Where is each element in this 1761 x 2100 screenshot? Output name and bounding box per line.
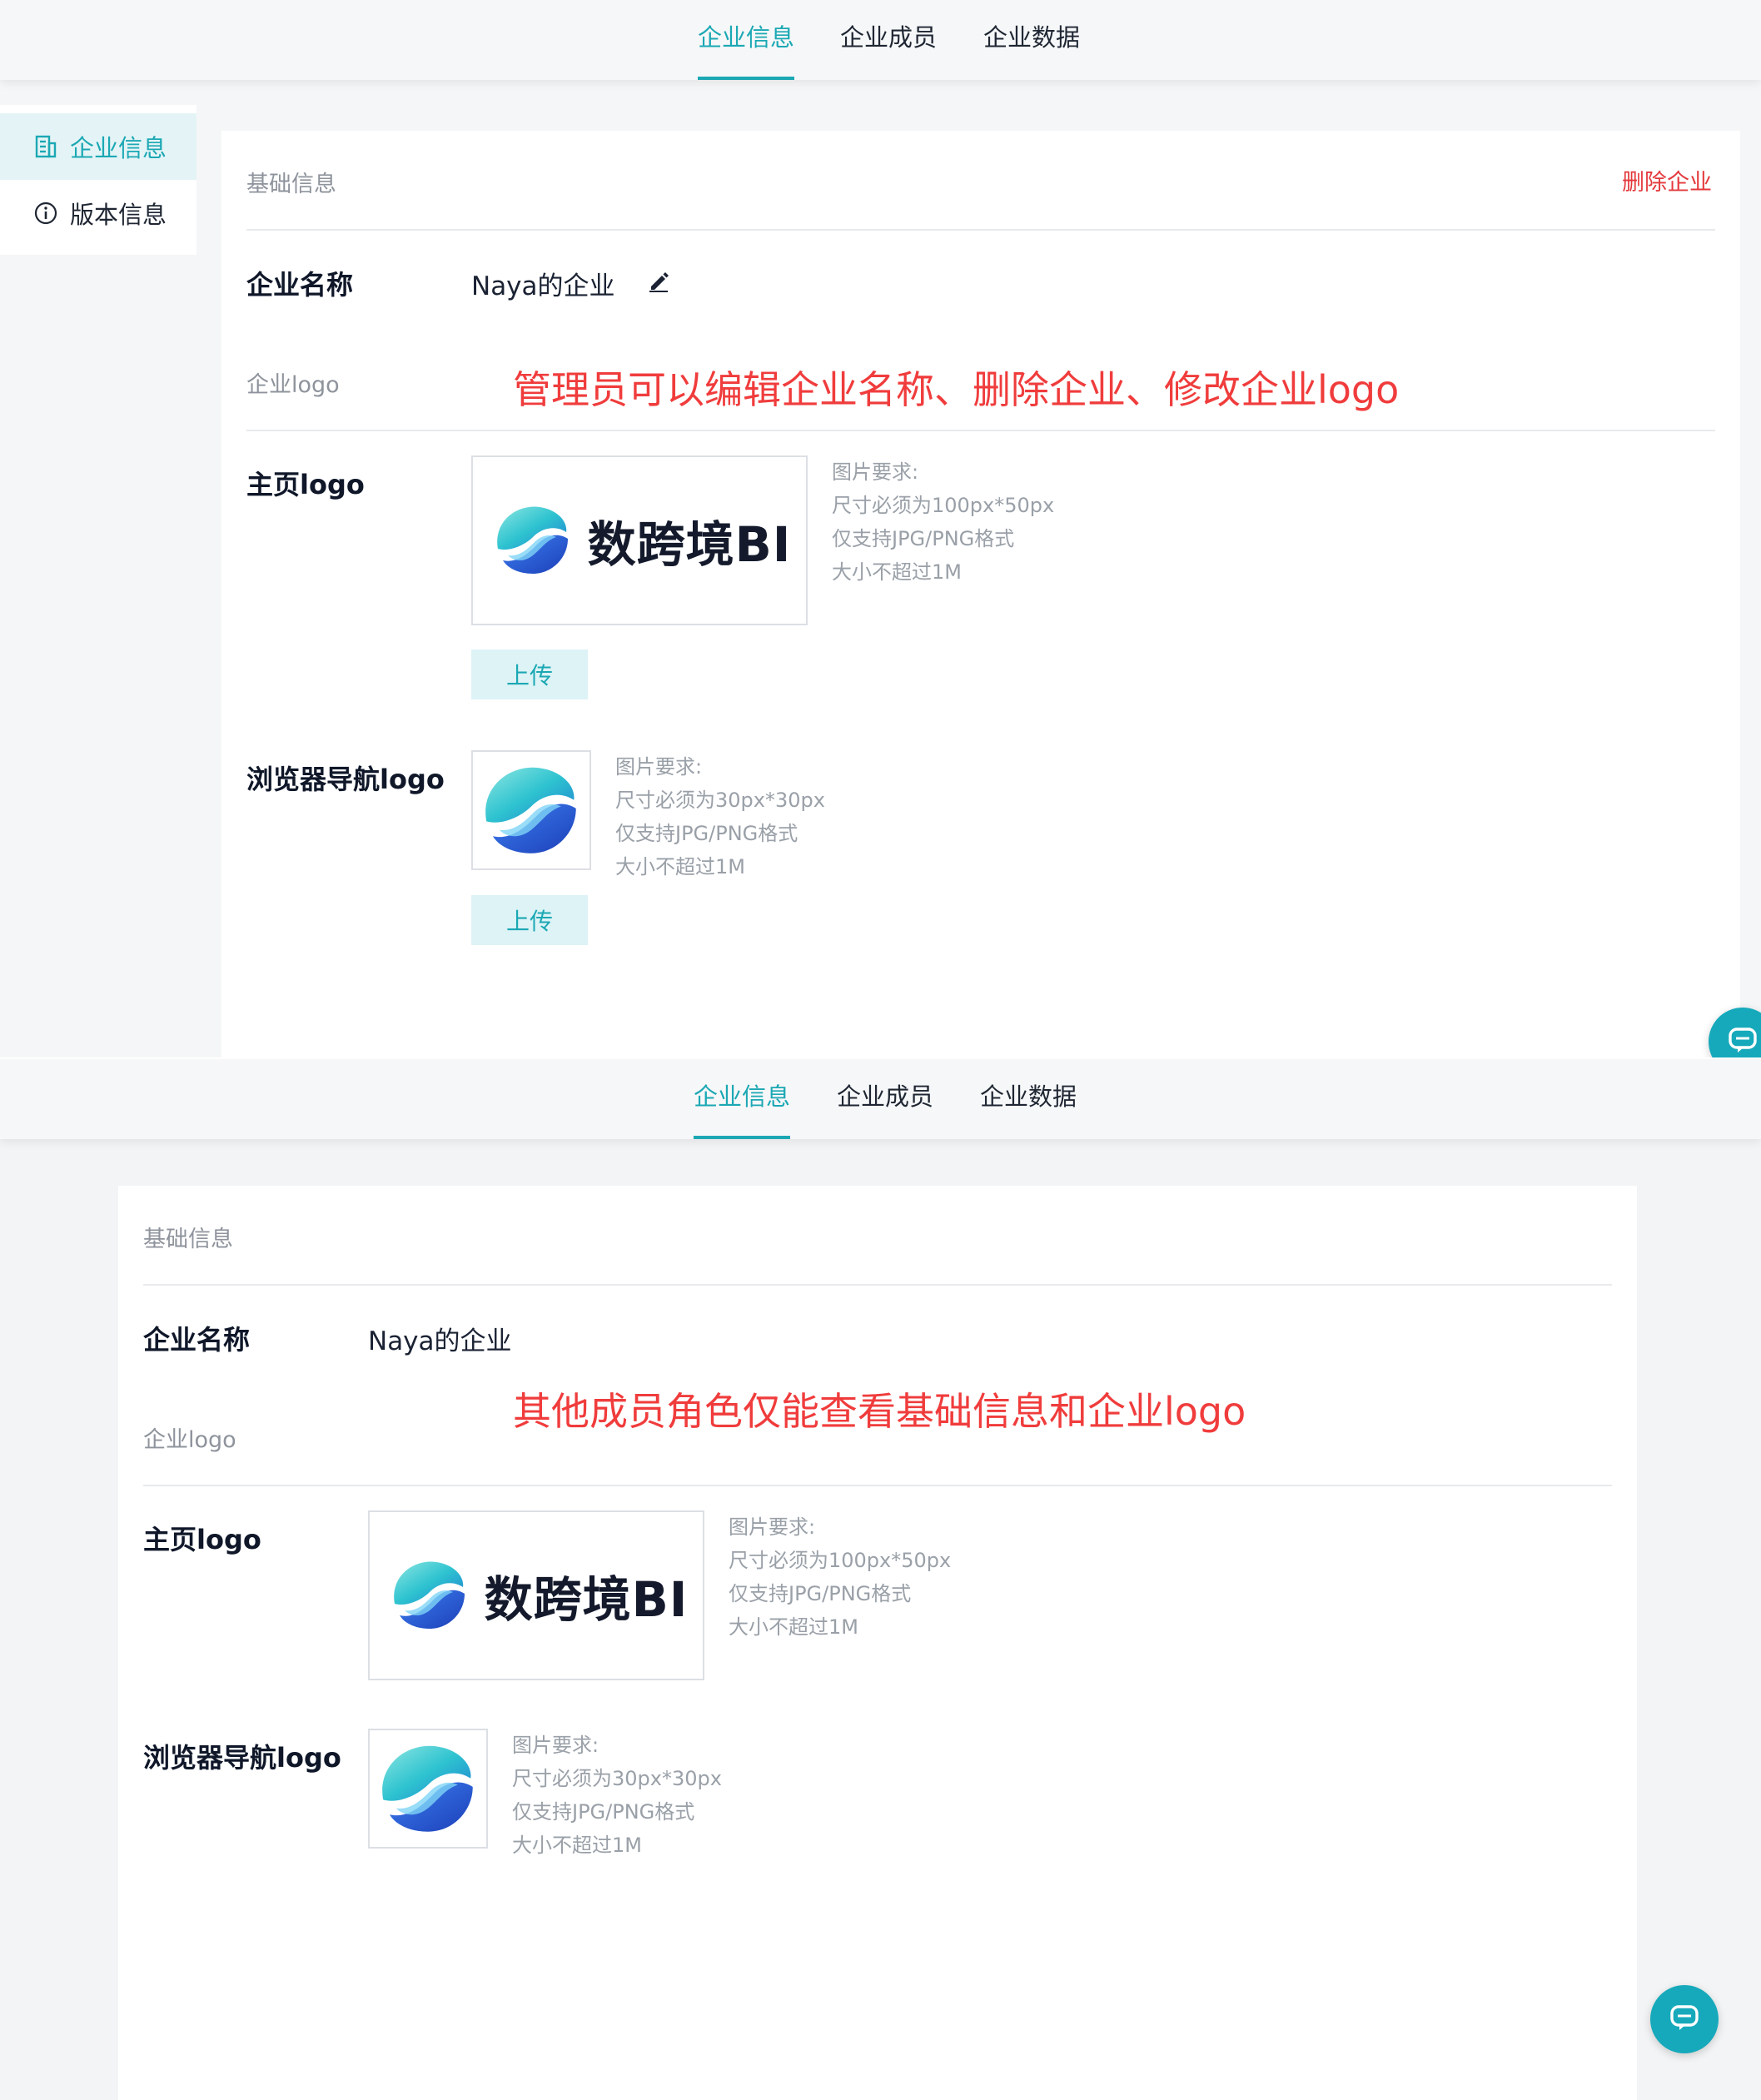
requirement-text: 图片要求:: [615, 755, 703, 779]
home-logo-label: 主页logo: [246, 469, 365, 500]
requirement-text: 图片要求:: [729, 1515, 816, 1539]
home-logo-requirements: 图片要求: 尺寸必须为100px*50px 仅支持JPG/PNG格式 大小不超过…: [729, 1510, 951, 1644]
requirement-text: 尺寸必须为30px*30px: [615, 789, 825, 812]
sidebar-item-label: 企业信息: [70, 134, 167, 162]
company-name-label: 企业名称: [246, 269, 354, 301]
section-title: 基础信息: [246, 172, 336, 197]
brand-mark-icon: [478, 755, 585, 865]
requirement-text: 仅支持JPG/PNG格式: [729, 1582, 912, 1605]
brand-wordmark: 数跨境BI: [484, 1571, 689, 1628]
requirement-text: 尺寸必须为100px*50px: [729, 1549, 952, 1572]
chat-icon: [1724, 1022, 1761, 1057]
company-logo-label: 企业logo: [246, 372, 340, 398]
sidebar-item-version-info[interactable]: 版本信息: [0, 180, 196, 246]
requirement-text: 尺寸必须为30px*30px: [512, 1767, 722, 1790]
top-nav: 企业信息 企业成员 企业数据: [0, 1059, 1761, 1139]
divider: [143, 1284, 1612, 1286]
edit-icon[interactable]: [646, 268, 671, 293]
tab-company-data[interactable]: 企业数据: [980, 1077, 1077, 1139]
company-logo-label: 企业logo: [143, 1427, 236, 1453]
company-name-label: 企业名称: [143, 1324, 251, 1356]
tab-company-members[interactable]: 企业成员: [840, 18, 937, 80]
info-circle-icon: [33, 201, 58, 226]
admin-annotation: 管理员可以编辑企业名称、删除企业、修改企业logo: [513, 367, 1400, 412]
home-logo-label: 主页logo: [143, 1524, 261, 1555]
divider: [143, 1485, 1612, 1486]
delete-company-link[interactable]: 删除企业: [1622, 164, 1712, 197]
requirement-text: 大小不超过1M: [729, 1615, 858, 1639]
requirement-text: 仅支持JPG/PNG格式: [615, 822, 798, 845]
sidebar-item-company-info[interactable]: 企业信息: [0, 113, 196, 180]
brand-mark-icon: [375, 1734, 481, 1844]
tab-company-data[interactable]: 企业数据: [983, 18, 1080, 80]
company-name-value: Naya的企业: [368, 1326, 512, 1356]
requirement-text: 尺寸必须为100px*50px: [832, 494, 1055, 517]
tab-company-info[interactable]: 企业信息: [698, 18, 795, 80]
home-logo-preview: 数跨境BI: [368, 1510, 704, 1680]
browser-logo-preview: [368, 1729, 488, 1849]
browser-logo-label: 浏览器导航logo: [143, 1742, 341, 1774]
upload-browser-logo-button[interactable]: 上传: [471, 895, 588, 945]
company-name-value: Naya的企业: [471, 271, 615, 301]
requirement-text: 仅支持JPG/PNG格式: [832, 527, 1015, 550]
brand-mark-icon: [488, 497, 578, 584]
brand-wordmark: 数跨境BI: [587, 516, 792, 573]
company-info-card: 基础信息 企业名称 Naya的企业 企业logo 其他成员角色仅能查看基础信息和…: [118, 1186, 1637, 2100]
divider: [246, 229, 1715, 231]
tab-company-members[interactable]: 企业成员: [837, 1077, 933, 1139]
admin-view-screenshot: 企业信息 企业成员 企业数据 企业信息 版本信息 基础信息 删除企业 企业名称 …: [0, 0, 1761, 1057]
browser-logo-requirements: 图片要求: 尺寸必须为30px*30px 仅支持JPG/PNG格式 大小不超过1…: [615, 750, 825, 883]
requirement-text: 图片要求:: [832, 460, 919, 484]
browser-logo-label: 浏览器导航logo: [246, 764, 445, 795]
requirement-text: 大小不超过1M: [512, 1834, 642, 1857]
requirement-text: 大小不超过1M: [615, 855, 745, 878]
tab-company-info[interactable]: 企业信息: [694, 1077, 791, 1139]
member-view-screenshot: 企业信息 企业成员 企业数据 基础信息 企业名称 Naya的企业 企业logo …: [0, 1057, 1761, 2100]
home-logo-preview: 数跨境BI: [471, 455, 808, 625]
top-nav: 企业信息 企业成员 企业数据: [0, 0, 1761, 80]
sidebar-item-label: 版本信息: [70, 201, 167, 229]
building-icon: [33, 134, 58, 159]
member-annotation: 其他成员角色仅能查看基础信息和企业logo: [513, 1389, 1246, 1434]
requirement-text: 大小不超过1M: [832, 560, 962, 584]
requirement-text: 仅支持JPG/PNG格式: [512, 1800, 695, 1824]
section-title: 基础信息: [143, 1227, 233, 1252]
browser-logo-preview: [471, 750, 591, 870]
side-menu: 企业信息 版本信息: [0, 105, 196, 255]
chat-icon: [1666, 1999, 1703, 2039]
requirement-text: 图片要求:: [512, 1734, 599, 1757]
browser-logo-requirements: 图片要求: 尺寸必须为30px*30px 仅支持JPG/PNG格式 大小不超过1…: [512, 1729, 722, 1862]
customer-service-button[interactable]: [1650, 1985, 1719, 2053]
upload-home-logo-button[interactable]: 上传: [471, 649, 588, 699]
company-info-card: 基础信息 删除企业 企业名称 Naya的企业 企业logo 管理员可以编辑企业名…: [221, 131, 1740, 1057]
home-logo-requirements: 图片要求: 尺寸必须为100px*50px 仅支持JPG/PNG格式 大小不超过…: [832, 455, 1054, 589]
divider: [246, 430, 1715, 431]
brand-mark-icon: [385, 1552, 475, 1639]
